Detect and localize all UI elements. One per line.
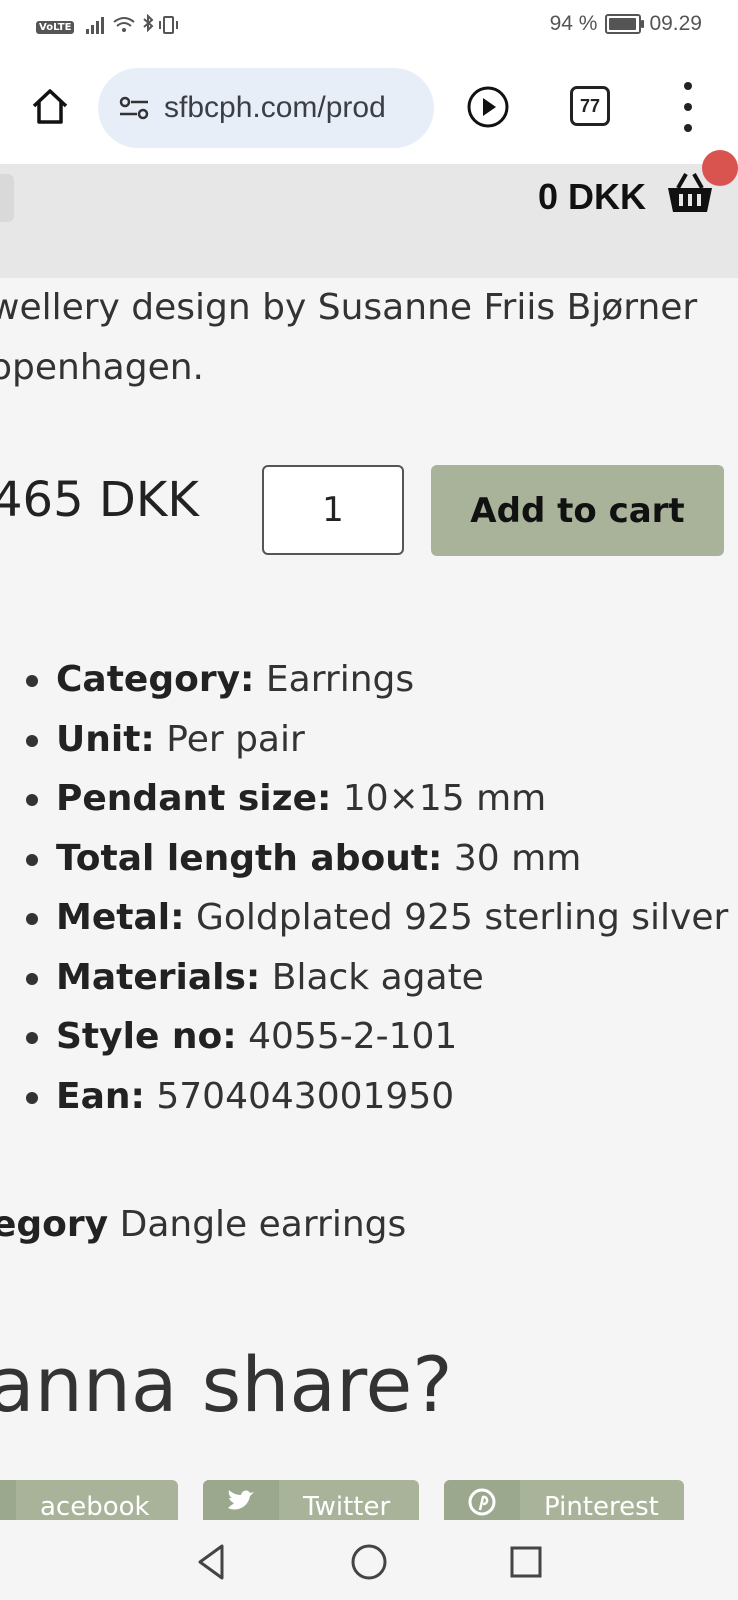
battery-fill xyxy=(609,18,636,30)
status-bar: VoLTE 94 % 09.29 xyxy=(0,0,738,52)
spec-item: Metal: Goldplated 925 sterling silver xyxy=(0,888,728,948)
spec-value: Black agate xyxy=(271,956,484,998)
share-facebook-button[interactable]: acebook xyxy=(0,1480,178,1520)
site-settings-icon[interactable] xyxy=(116,90,152,126)
spec-item: Ean: 5704043001950 xyxy=(0,1067,728,1127)
share-heading: anna share? xyxy=(0,1340,453,1429)
spec-value: 10×15 mm xyxy=(342,778,547,819)
recents-square-icon xyxy=(510,1546,542,1578)
signal-icon xyxy=(86,13,179,34)
spec-value: Goldplated 925 sterling silver xyxy=(195,897,729,938)
spec-value: Per pair xyxy=(166,718,305,760)
description-line: openhagen. xyxy=(0,347,204,388)
spec-value: Earrings xyxy=(265,659,415,700)
spec-value: 4055-2-101 xyxy=(248,1016,458,1057)
spec-label: Total length about: xyxy=(56,837,443,879)
spec-item: Style no: 4055-2-101 xyxy=(0,1007,728,1067)
category-label: egory xyxy=(0,1204,109,1245)
signal-wifi-bluetooth-icons xyxy=(84,13,194,41)
cart-total[interactable]: 0 DKK xyxy=(538,176,646,218)
home-nav-button[interactable] xyxy=(349,1542,389,1582)
share-label: Twitter xyxy=(303,1492,391,1520)
spec-label: Ean: xyxy=(56,1075,145,1117)
header-element-edge[interactable] xyxy=(0,174,14,222)
category-meta: egory Dangle earrings xyxy=(0,1204,406,1245)
spec-item: Pendant size: 10×15 mm xyxy=(0,769,728,829)
home-circle-icon xyxy=(351,1544,387,1580)
more-menu-icon[interactable] xyxy=(678,82,698,132)
spec-item: Category: Earrings xyxy=(0,650,728,710)
product-price: 465 DKK xyxy=(0,472,199,528)
volte-icon: VoLTE xyxy=(36,21,75,34)
play-icon xyxy=(467,86,509,128)
clock: 09.29 xyxy=(649,12,702,35)
status-left: VoLTE xyxy=(36,13,194,41)
url-text[interactable]: sfbcph.com/prod xyxy=(164,91,386,125)
battery-icon xyxy=(605,14,645,34)
share-label: acebook xyxy=(40,1492,150,1520)
spec-item: Unit: Per pair xyxy=(0,710,728,770)
site-header: 0 DKK xyxy=(0,150,738,278)
product-description: wellery design by Susanne Friis Bjørner … xyxy=(0,278,738,398)
share-twitter-button[interactable]: Twitter xyxy=(203,1480,419,1520)
battery-percent: 94 % xyxy=(549,12,598,35)
spec-label: Category: xyxy=(56,659,255,700)
spec-label: Pendant size: xyxy=(56,778,332,819)
description-line: wellery design by Susanne Friis Bjørner xyxy=(0,287,698,328)
home-button[interactable] xyxy=(24,80,76,132)
share-label: Pinterest xyxy=(544,1492,659,1520)
status-right: 94 % 09.29 xyxy=(550,12,702,36)
add-to-cart-button[interactable]: Add to cart xyxy=(431,465,724,556)
home-icon xyxy=(32,89,68,124)
twitter-icon xyxy=(203,1480,279,1520)
play-button[interactable] xyxy=(465,84,511,130)
spec-item: Materials: Black agate xyxy=(0,948,728,1008)
cart-badge xyxy=(702,150,738,186)
spec-label: Metal: xyxy=(56,897,185,938)
share-buttons: acebook Twitter Pinterest xyxy=(0,1480,738,1520)
share-pinterest-button[interactable]: Pinterest xyxy=(444,1480,684,1520)
spec-label: Unit: xyxy=(56,718,155,760)
recents-button[interactable] xyxy=(506,1542,546,1582)
browser-toolbar: sfbcph.com/prod 77 xyxy=(0,52,738,164)
tab-switcher-button[interactable]: 77 xyxy=(570,86,610,126)
spec-value: 30 mm xyxy=(453,837,582,879)
spec-label: Materials: xyxy=(56,956,261,998)
spec-item: Total length about: 30 mm xyxy=(0,829,728,889)
spec-label: Style no: xyxy=(56,1016,237,1057)
system-nav-bar xyxy=(0,1520,738,1600)
back-button[interactable] xyxy=(192,1542,232,1582)
address-bar[interactable]: sfbcph.com/prod xyxy=(98,68,434,148)
quantity-input[interactable]: 1 xyxy=(262,465,404,555)
category-link[interactable]: Dangle earrings xyxy=(120,1204,407,1245)
spec-value: 5704043001950 xyxy=(156,1075,455,1117)
product-specs: Category: Earrings Unit: Per pair Pendan… xyxy=(0,650,728,1126)
back-triangle-icon xyxy=(198,1544,224,1580)
pinterest-icon xyxy=(444,1480,520,1520)
facebook-icon xyxy=(0,1480,16,1520)
